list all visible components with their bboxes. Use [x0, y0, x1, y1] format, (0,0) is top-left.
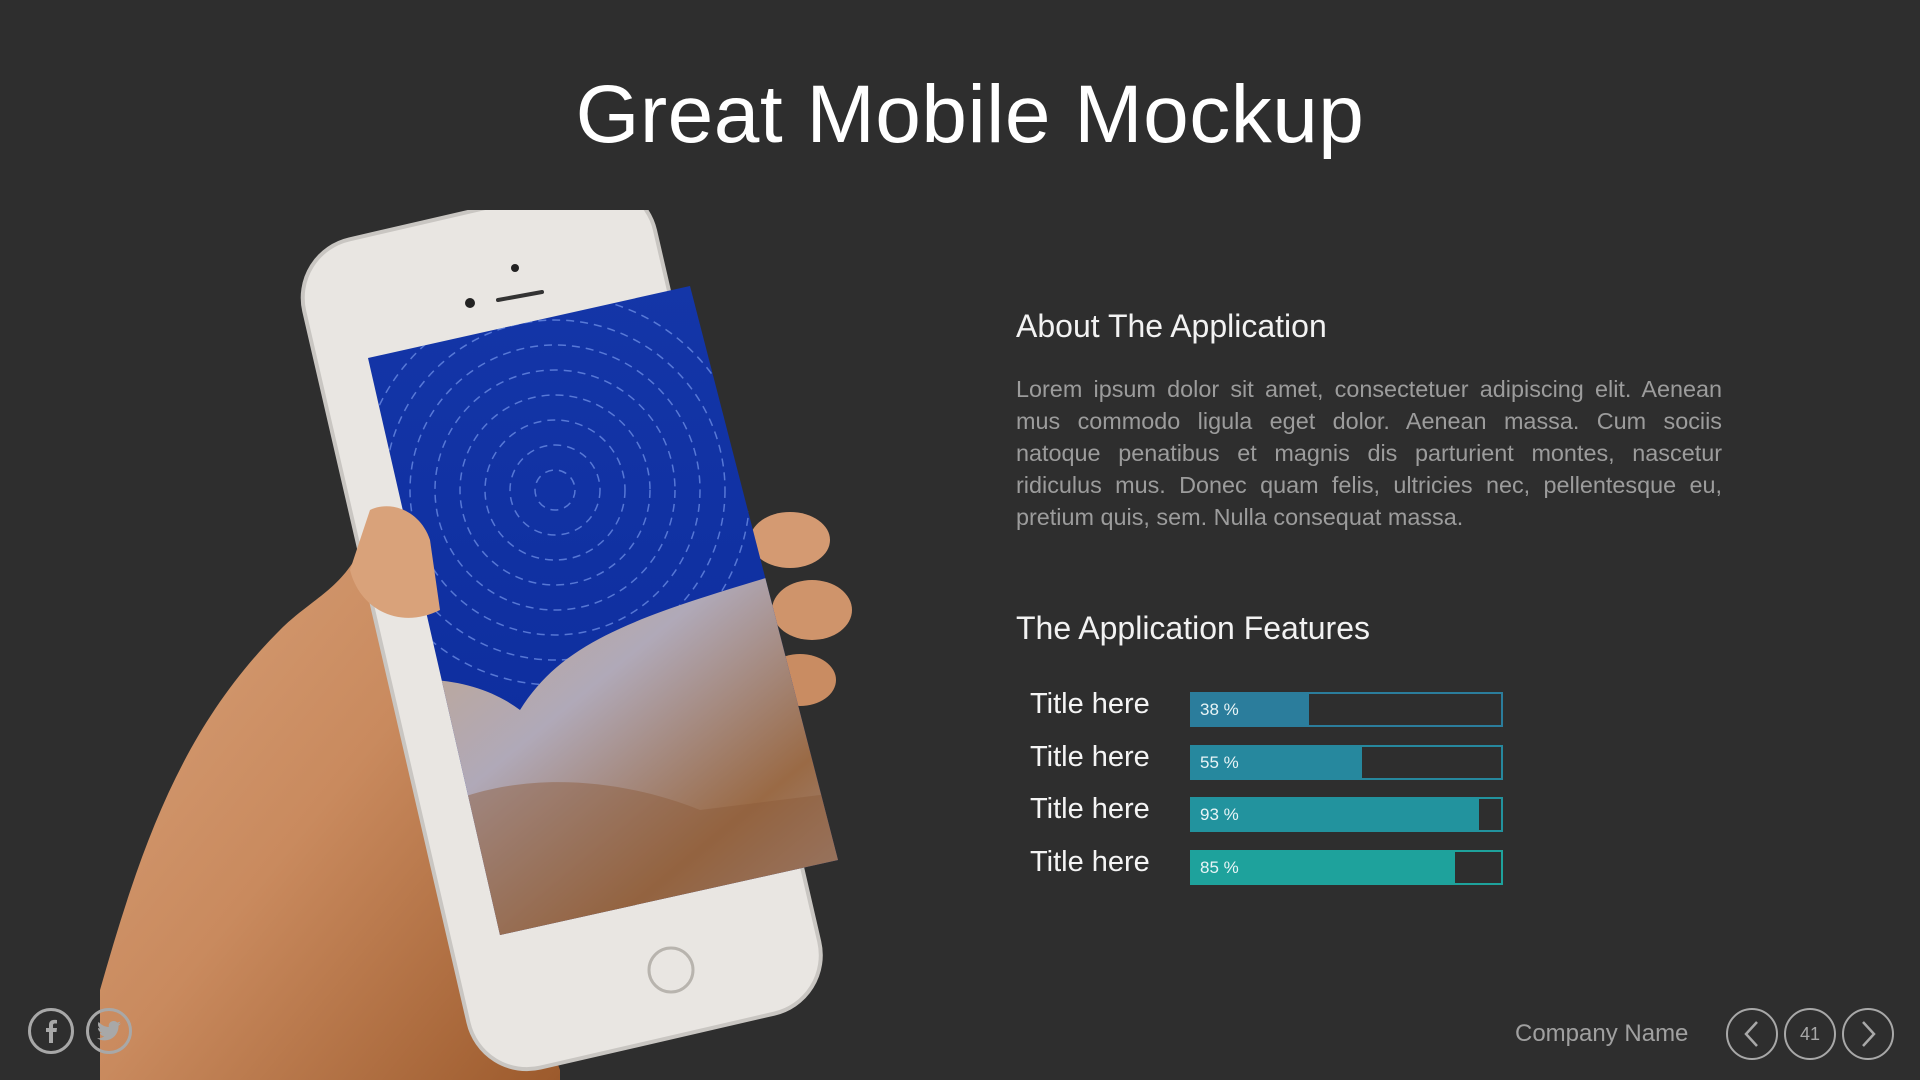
feature-row: Title here 93 % [1030, 793, 1590, 832]
feature-label: Title here [1030, 688, 1150, 720]
slide-title: Great Mobile Mockup [575, 69, 1365, 160]
progress-bar: 55 % [1190, 745, 1503, 780]
progress-bar: 38 % [1190, 692, 1503, 727]
progress-value: 38 % [1200, 700, 1239, 719]
phone-mockup-image [100, 210, 880, 1080]
feature-label: Title here [1030, 846, 1150, 878]
features-heading: The Application Features [1016, 610, 1370, 646]
feature-row: Title here 85 % [1030, 846, 1590, 885]
page-number-text: 41 [1799, 1023, 1821, 1044]
progress-value: 55 % [1200, 753, 1239, 772]
feature-row: Title here 55 % [1030, 741, 1590, 780]
progress-bar: 93 % [1190, 797, 1503, 832]
chevron-left-icon [1744, 1021, 1758, 1047]
progress-value: 85 % [1200, 858, 1239, 877]
progress-value: 93 % [1200, 805, 1239, 824]
facebook-icon [46, 1019, 57, 1043]
twitter-icon [97, 1021, 121, 1041]
next-slide-button[interactable] [1842, 1008, 1894, 1060]
progress-bar: 85 % [1190, 850, 1503, 885]
company-name: Company Name [1515, 1020, 1689, 1047]
prev-slide-button[interactable] [1726, 1008, 1778, 1060]
about-heading: About The Application [1016, 308, 1327, 344]
feature-label: Title here [1030, 741, 1150, 773]
page-number: 41 [1784, 1008, 1836, 1060]
feature-row: Title here 38 % [1030, 688, 1590, 727]
chevron-right-icon [1862, 1021, 1876, 1047]
facebook-button[interactable] [28, 1008, 74, 1054]
feature-label: Title here [1030, 793, 1150, 825]
about-description: Lorem ipsum dolor sit amet, consectetuer… [1016, 376, 1722, 530]
twitter-button[interactable] [86, 1008, 132, 1054]
